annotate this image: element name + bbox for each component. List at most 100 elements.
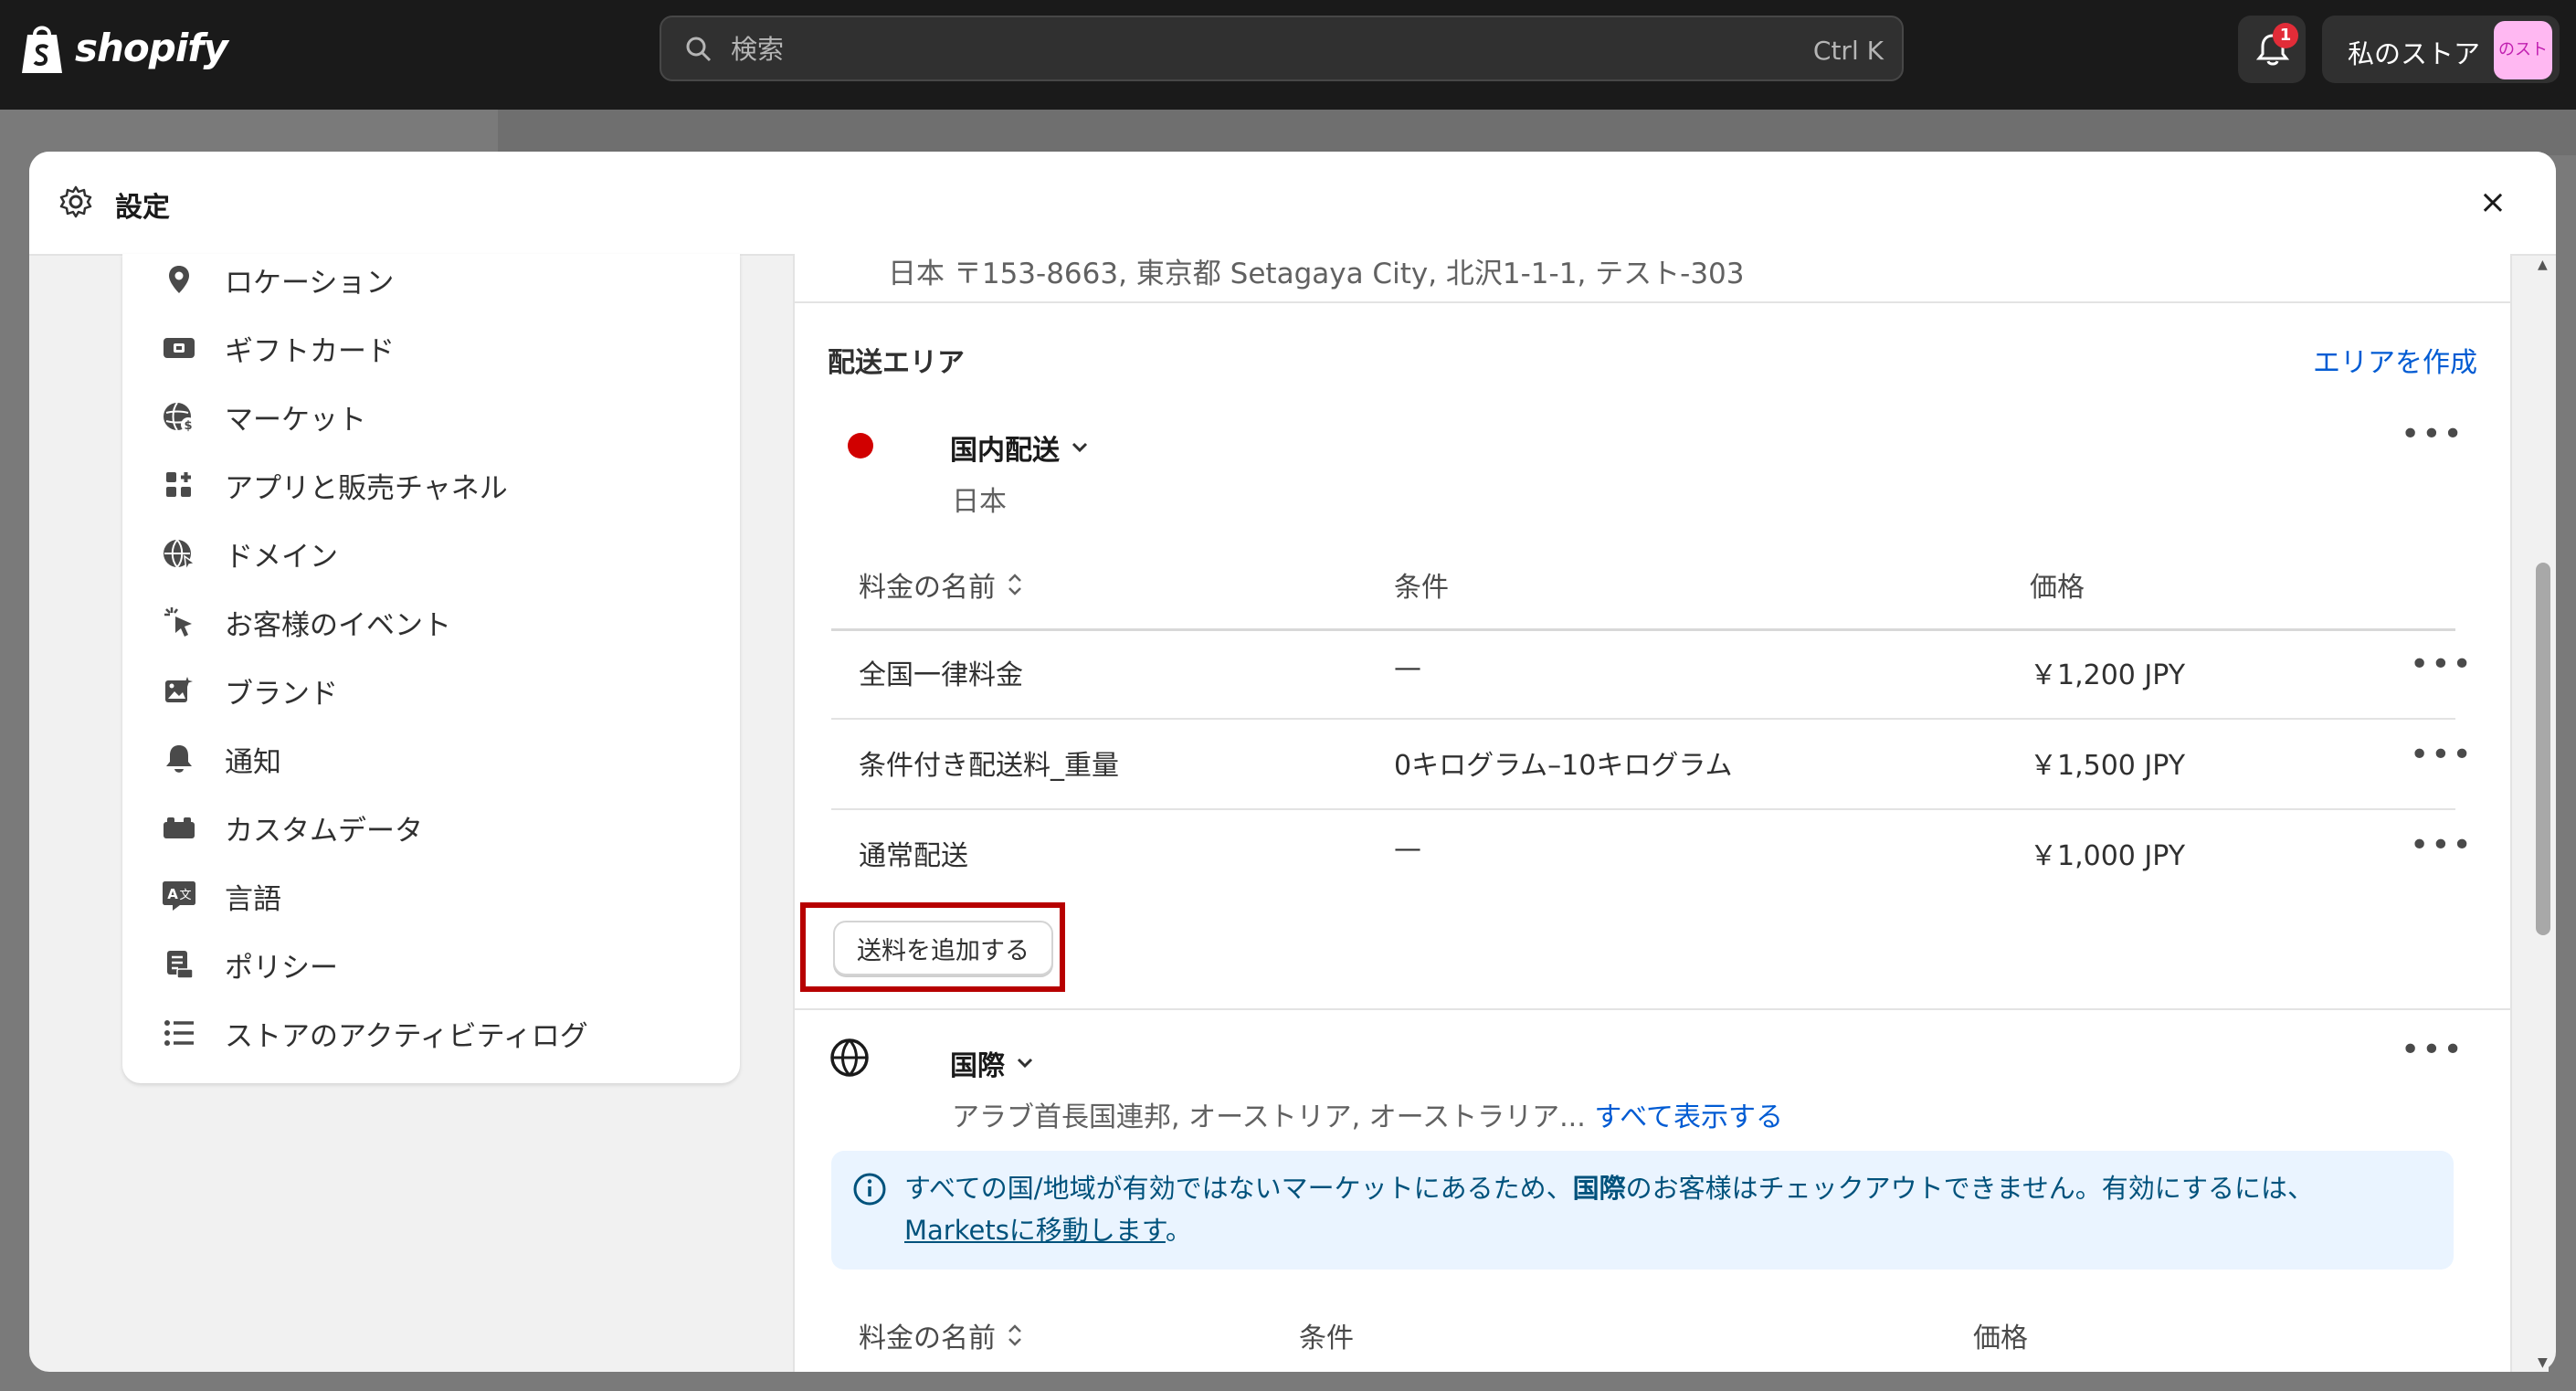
location-address: 日本 〒153-8663, 東京都 Setagaya City, 北沢1-1-1…: [888, 258, 1745, 290]
column-header-condition: 条件: [1299, 1323, 1354, 1354]
gear-icon: [59, 185, 92, 218]
settings-sidebar: ロケーション ギフトカード $ マーケット アプリと販売チャネル ドメイン お客…: [122, 254, 740, 1083]
info-icon: [853, 1173, 886, 1206]
shipping-zones-card: 日本 〒153-8663, 東京都 Setagaya City, 北沢1-1-1…: [793, 254, 2512, 1372]
svg-text:文: 文: [179, 889, 191, 902]
rate-price: ￥1,200 JPY: [2030, 659, 2186, 691]
notifications-button[interactable]: 1: [2238, 16, 2306, 83]
rate-name: 通常配送: [859, 840, 968, 872]
zone-international-more-icon[interactable]: •••: [2401, 1034, 2465, 1067]
bell-icon: [159, 739, 199, 779]
sidebar-item-custom-data[interactable]: カスタムデータ: [159, 802, 423, 853]
top-bar: shopify Ctrl K 1 私のストア のスト: [0, 0, 2576, 110]
store-name: 私のストア: [2348, 38, 2481, 69]
info-banner: すべての国/地域が有効ではないマーケットにあるため、国際のお客様はチェックアウト…: [831, 1151, 2454, 1270]
sidebar-item-markets[interactable]: $ マーケット: [159, 391, 366, 442]
banner-text-part: 。: [1165, 1215, 1192, 1246]
show-all-link[interactable]: すべて表示する: [1594, 1101, 1783, 1133]
rate-name: 条件付き配送料_重量: [859, 750, 1119, 782]
policy-icon: [159, 944, 199, 985]
header-label: 料金の名前: [859, 1323, 996, 1354]
sidebar-item-apps[interactable]: アプリと販売チャネル: [159, 459, 508, 511]
column-header-rate-name[interactable]: 料金の名前: [859, 564, 1025, 605]
close-icon[interactable]: ×: [2479, 186, 2507, 219]
settings-modal: 設定 × ロケーション ギフトカード $ マーケット アプリと販売チャネル ドメ…: [29, 152, 2556, 1372]
table-header-divider: [831, 628, 2455, 631]
rate-name: 全国一律料金: [859, 659, 1023, 691]
notification-badge: 1: [2273, 23, 2298, 48]
row-more-icon[interactable]: •••: [2410, 739, 2474, 772]
blocks-icon: [159, 807, 199, 848]
cursor-click-icon: [159, 602, 199, 642]
sidebar-item-label: マーケット: [225, 403, 366, 437]
rate-condition: 0キログラム–10キログラム: [1394, 750, 1733, 782]
banner-text-part: のお客様はチェックアウトできません。有効にするには、: [1625, 1173, 2315, 1204]
sidebar-item-label: ロケーション: [225, 266, 395, 300]
sidebar-item-locations[interactable]: ロケーション: [159, 254, 394, 305]
column-header-price: 価格: [1973, 1323, 2028, 1354]
rate-condition: —: [1394, 652, 1421, 684]
globe-icon: [159, 533, 199, 574]
store-menu-button[interactable]: 私のストア のスト: [2322, 16, 2560, 83]
brand-wordmark: shopify: [75, 25, 228, 70]
section-title: 配送エリア: [828, 347, 965, 379]
sidebar-item-label: カスタムデータ: [225, 814, 423, 848]
sort-icon: [1008, 1324, 1021, 1346]
chevron-down-icon: [1017, 1058, 1033, 1069]
globe-icon: [830, 1038, 869, 1077]
sidebar-item-label: ギフトカード: [225, 334, 395, 368]
scroll-down-icon[interactable]: ▼: [2538, 1355, 2548, 1370]
zone-domestic-toggle[interactable]: 国内配送: [950, 427, 1089, 468]
apps-icon: [159, 465, 199, 505]
row-divider: [831, 718, 2455, 720]
rate-price: ￥1,500 JPY: [2030, 750, 2186, 782]
translate-icon: A文: [159, 876, 199, 916]
banner-text-bold: 国際: [1572, 1173, 1626, 1204]
zone-name: 国際: [950, 1050, 1005, 1082]
scroll-up-icon[interactable]: ▲: [2538, 258, 2548, 272]
sidebar-item-activity-log[interactable]: ストアのアクティビティログ: [159, 1007, 588, 1059]
markets-link[interactable]: Marketsに移動します: [904, 1215, 1166, 1246]
column-header-rate-name[interactable]: 料金の名前: [859, 1315, 1025, 1355]
zone-domestic-more-icon[interactable]: •••: [2401, 418, 2465, 451]
row-more-icon[interactable]: •••: [2410, 829, 2474, 862]
sidebar-item-brand[interactable]: ブランド: [159, 665, 338, 716]
zone-divider: [795, 1008, 2510, 1010]
sidebar-item-gift-cards[interactable]: ギフトカード: [159, 322, 395, 374]
location-pin-icon: [159, 259, 199, 300]
banner-text: すべての国/地域が有効ではないマーケットにあるため、国際のお客様はチェックアウト…: [904, 1167, 2421, 1251]
zone-region: 日本: [952, 486, 1007, 518]
search-input[interactable]: [729, 30, 1737, 68]
background-page: [498, 110, 2576, 155]
sidebar-item-domains[interactable]: ドメイン: [159, 528, 338, 579]
search-shortcut: Ctrl K: [1812, 36, 1884, 66]
sort-icon: [1008, 574, 1021, 595]
sidebar-item-label: ポリシー: [225, 951, 338, 985]
chevron-down-icon: [1072, 442, 1088, 453]
regions-text: アラブ首長国連邦, オーストリア, オーストラリア...: [952, 1101, 1586, 1133]
highlight-annotation: [800, 902, 1065, 992]
sidebar-item-policies[interactable]: ポリシー: [159, 939, 338, 990]
avatar: のスト: [2494, 21, 2552, 79]
create-area-link[interactable]: エリアを作成: [2313, 340, 2477, 380]
header-label: 料金の名前: [859, 572, 996, 604]
shopify-logo[interactable]: shopify: [18, 20, 228, 75]
sidebar-item-customer-events[interactable]: お客様のイベント: [159, 596, 451, 648]
banner-text-part: すべての国/地域が有効ではないマーケットにあるため、: [904, 1173, 1573, 1204]
sidebar-item-label: 言語: [225, 882, 281, 916]
scrollbar-thumb[interactable]: [2536, 563, 2550, 935]
sidebar-item-notifications[interactable]: 通知: [159, 733, 281, 785]
sidebar-item-label: ストアのアクティビティログ: [225, 1019, 588, 1053]
column-header-condition: 条件: [1394, 572, 1449, 604]
row-more-icon[interactable]: •••: [2410, 648, 2474, 681]
modal-title: 設定: [115, 192, 170, 224]
image-icon: [159, 670, 199, 711]
rate-price: ￥1,000 JPY: [2030, 840, 2186, 872]
shopify-bag-icon: [22, 26, 62, 73]
sidebar-item-languages[interactable]: A文 言語: [159, 870, 281, 922]
zone-international-toggle[interactable]: 国際: [950, 1043, 1034, 1083]
zone-regions: アラブ首長国連邦, オーストリア, オーストラリア... すべて表示する: [952, 1094, 1783, 1134]
search-bar[interactable]: Ctrl K: [660, 16, 1904, 81]
zone-name: 国内配送: [950, 435, 1060, 467]
japan-flag-icon: [848, 433, 873, 458]
